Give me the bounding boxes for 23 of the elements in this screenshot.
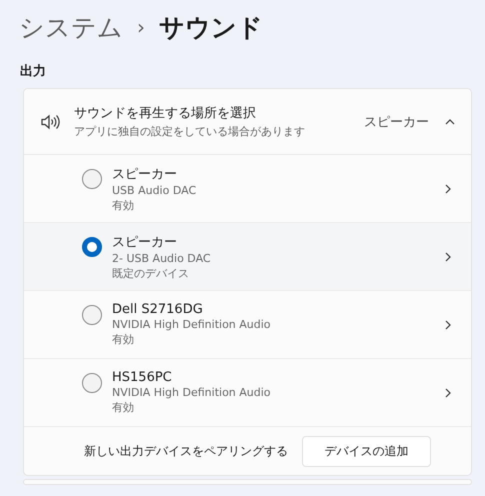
device-name: スピーカー [112,166,178,182]
device-status: 有効 [112,198,135,212]
device-name: Dell S2716DG [112,302,204,317]
device-driver: NVIDIA High Definition Audio [112,318,272,331]
output-device-header[interactable]: サウンドを再生する場所を選択 アプリに独自の設定をしている場合があります スピーカー [24,89,471,155]
current-device: スピーカー [364,114,429,130]
breadcrumb-separator: › [137,15,145,39]
pair-label: 新しい出力デバイスをペアリングする [84,442,288,460]
device-driver: 2- USB Audio DAC [112,252,212,264]
header-subtitle: アプリに独自の設定をしている場合があります [74,124,306,139]
device-status: 有効 [112,332,135,347]
device-status: 既定のデバイス [112,266,190,280]
section-title: 出力 [20,63,47,80]
device-driver: NVIDIA High Definition Audio [112,386,272,399]
header-title: サウンドを再生する場所を選択 [74,105,257,122]
device-driver: USB Audio DAC [112,184,198,196]
add-device-button[interactable]: デバイスの追加 [302,436,431,466]
breadcrumb-parent[interactable]: システム [19,10,123,44]
device-name: HS156PC [112,370,173,385]
page-title: サウンド [159,12,263,44]
device-row[interactable]: スピーカー 2- USB Audio DAC 既定のデバイス [24,223,471,291]
device-name: スピーカー [112,234,178,250]
device-status: 有効 [112,400,135,415]
